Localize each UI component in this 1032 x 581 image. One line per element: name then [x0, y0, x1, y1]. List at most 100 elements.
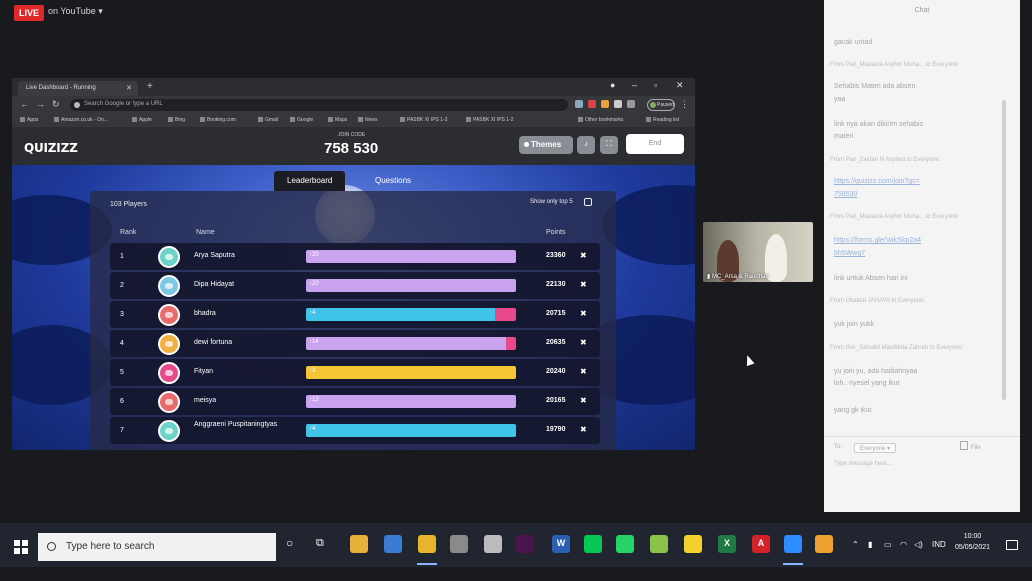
address-bar: ← → ↻ Search Google or type a URL Paused…	[12, 96, 695, 114]
bookmark-item[interactable]: PASBK XI IPS 1-2	[400, 117, 447, 123]
reload-icon[interactable]: ↻	[52, 99, 60, 110]
battery-icon[interactable]: ▭	[884, 540, 892, 549]
bookmark-item[interactable]: Reading list	[646, 117, 679, 123]
tray-chevron-icon[interactable]: ⌃	[852, 540, 859, 549]
bookmark-item[interactable]: Apple	[132, 117, 152, 123]
leaderboard-row[interactable]: 1 Arya Saputra ↑20 23360 ✖	[110, 243, 600, 270]
chat-recipient-select[interactable]: Everyone ▾	[854, 443, 897, 453]
notifications-icon[interactable]	[1006, 540, 1018, 550]
remove-player-icon[interactable]: ✖	[580, 251, 587, 260]
remove-player-icon[interactable]: ✖	[580, 425, 587, 434]
bookmark-item[interactable]: Booking.com	[200, 117, 236, 123]
fullscreen-button[interactable]: ⛶	[600, 136, 618, 154]
leaderboard-row[interactable]: 3 bhadra ↑4 20715 ✖	[110, 301, 600, 328]
player-progress-bar: ↑4	[306, 308, 516, 321]
windows-start-icon[interactable]	[14, 540, 28, 554]
slack-icon[interactable]	[516, 535, 534, 553]
leaderboard-row[interactable]: 4 dewi fortuna ↑14 20635 ✖	[110, 330, 600, 357]
cortana-icon[interactable]: ○	[286, 536, 293, 550]
bookmark-item[interactable]: Gmail	[258, 117, 278, 123]
line-icon[interactable]	[584, 535, 602, 553]
browser-tab[interactable]: Live Dashboard - Running ✕	[18, 81, 138, 96]
sticky-notes-icon[interactable]	[684, 535, 702, 553]
app-icon[interactable]	[450, 535, 468, 553]
excel-icon[interactable]: X	[718, 535, 736, 553]
show-top-checkbox[interactable]	[584, 198, 592, 206]
acrobat-icon[interactable]: A	[752, 535, 770, 553]
chat-link[interactable]: https://quizizz.com/join?gc=	[834, 177, 920, 186]
extension-icon[interactable]	[588, 100, 596, 108]
language-indicator[interactable]: IND	[932, 540, 946, 549]
volume-icon[interactable]: ◁)	[914, 540, 923, 549]
player-points: 20635	[546, 339, 566, 346]
whatsapp-icon[interactable]	[616, 535, 634, 553]
chat-link[interactable]: 758530	[834, 190, 857, 199]
remove-player-icon[interactable]: ✖	[580, 396, 587, 405]
chat-scrollbar[interactable]	[1002, 100, 1006, 400]
taskbar-search-input[interactable]: Type here to search	[38, 533, 276, 561]
chat-file-button[interactable]: File	[960, 441, 981, 451]
extension-icon[interactable]	[575, 100, 583, 108]
account-icon[interactable]: ●	[610, 80, 615, 90]
word-icon[interactable]: W	[552, 535, 570, 553]
omnibox-input[interactable]: Search Google or type a URL	[70, 99, 568, 111]
end-button[interactable]: End	[626, 134, 684, 154]
back-icon[interactable]: ←	[20, 99, 29, 109]
music-toggle-button[interactable]: ♪	[577, 136, 595, 154]
chat-link[interactable]: https://forms.gle/VakSkp2a4	[834, 236, 921, 245]
browser-menu-icon[interactable]: ⋮	[680, 99, 689, 110]
app-icon[interactable]	[650, 535, 668, 553]
app-icon[interactable]	[484, 535, 502, 553]
maximize-icon[interactable]: ▫	[654, 80, 657, 90]
leaderboard-row[interactable]: 7 Anggraeni Puspitaningtyas ↑4 19790 ✖	[110, 417, 600, 444]
youtube-label[interactable]: on YouTube ▾	[48, 6, 103, 17]
player-progress-bar: ↑14	[306, 337, 516, 350]
bookmark-item[interactable]: Maps	[328, 117, 347, 123]
remove-player-icon[interactable]: ✖	[580, 280, 587, 289]
tab-close-icon[interactable]: ✕	[126, 84, 132, 92]
leaderboard-row[interactable]: 2 Dipa Hidayat ↑20 22130 ✖	[110, 272, 600, 299]
chat-sender-line: From Pan_Maulana Asyfori Muha... to Ever…	[830, 62, 960, 68]
mouse-cursor-icon	[743, 353, 755, 367]
player-points: 22130	[546, 281, 566, 288]
close-window-icon[interactable]: ✕	[676, 80, 684, 91]
bookmark-item[interactable]: News	[358, 117, 378, 123]
extension-icon[interactable]	[601, 100, 609, 108]
chrome-icon[interactable]	[418, 535, 436, 553]
bookmark-item[interactable]: Apps	[20, 117, 38, 123]
remove-player-icon[interactable]: ✖	[580, 367, 587, 376]
remove-player-icon[interactable]: ✖	[580, 338, 587, 347]
bookmark-item[interactable]: Google	[290, 117, 313, 123]
new-tab-icon[interactable]: +	[147, 81, 153, 92]
file-explorer-icon[interactable]	[350, 535, 368, 553]
themes-button[interactable]: Themes	[519, 136, 573, 154]
profile-paused-button[interactable]: Paused	[647, 99, 675, 111]
chat-link[interactable]: bh5Wwg7	[834, 249, 865, 258]
forward-icon[interactable]: →	[36, 99, 45, 109]
tab-leaderboard[interactable]: Leaderboard	[274, 171, 346, 191]
leaderboard-row[interactable]: 5 Fityan ↑3 20240 ✖	[110, 359, 600, 386]
extension-icon[interactable]	[614, 100, 622, 108]
windows-taskbar: Type here to search ○ ⧉ W XA ⌃ ▮ ▭ ◠ ◁) I…	[0, 523, 1032, 567]
tray-app-icon[interactable]: ▮	[868, 540, 872, 549]
bookmark-item[interactable]: Amazon.co.uk - On...	[54, 117, 108, 123]
minimize-icon[interactable]: –	[632, 80, 637, 90]
remove-player-icon[interactable]: ✖	[580, 309, 587, 318]
bookmark-item[interactable]: Other bookmarks	[578, 117, 623, 123]
snip-icon[interactable]	[815, 535, 833, 553]
tab-title: Live Dashboard - Running	[26, 85, 96, 91]
taskbar-clock[interactable]: 10:00 05/05/2021	[950, 531, 995, 553]
zoom-icon[interactable]	[784, 535, 802, 553]
bookmark-item[interactable]: Bing	[168, 117, 185, 123]
quizizz-logo: QUIZIZZ	[24, 141, 78, 155]
chat-sender-line: From INA_Salsabil Mauliddia Zahrah to Ev…	[830, 345, 964, 351]
wifi-icon[interactable]: ◠	[900, 540, 907, 549]
leaderboard-row[interactable]: 6 meisya ↑13 20165 ✖	[110, 388, 600, 415]
tab-questions[interactable]: Questions	[362, 171, 424, 191]
puzzle-icon[interactable]	[627, 100, 635, 108]
webcam-thumbnail[interactable]: ▮ MC_Arsa & Raudhah	[703, 222, 813, 282]
task-view-icon[interactable]: ⧉	[316, 537, 324, 550]
bookmark-item[interactable]: PASBK XI IPS 1-2	[466, 117, 513, 123]
chat-message-input[interactable]: Type message here...	[834, 461, 892, 467]
mail-icon[interactable]	[384, 535, 402, 553]
